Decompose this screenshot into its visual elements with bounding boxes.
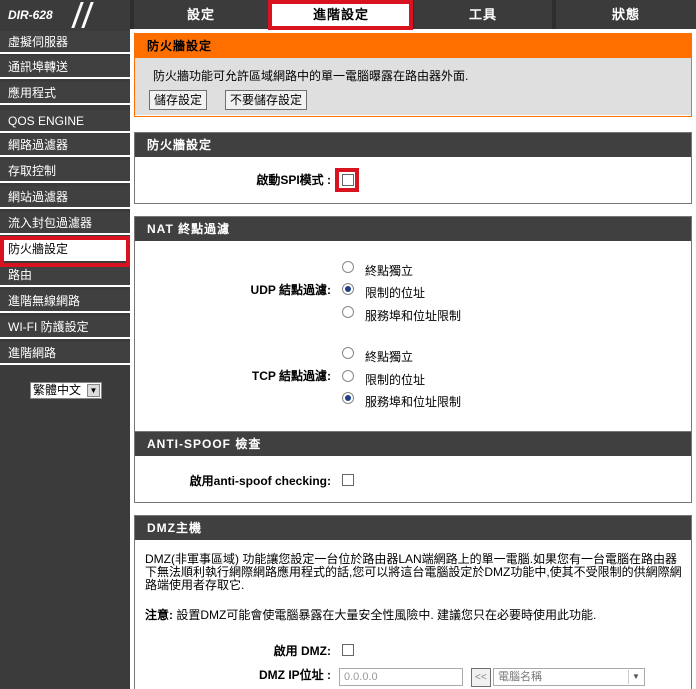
firewall-section-title: 防火牆設定: [135, 133, 691, 157]
language-select[interactable]: 繁體中文 ▼: [30, 382, 102, 399]
dmz-host-section: DMZ主機 DMZ(非軍事區域) 功能讓您設定一台位於路由器LAN端網路上的單一…: [134, 515, 692, 689]
dmz-note-text: 設置DMZ可能會使電腦暴露在大量安全性風險中. 建議您只在必要時使用此功能.: [173, 608, 597, 622]
sidebar-item-port-forwarding[interactable]: 通訊埠轉送: [0, 56, 130, 79]
spi-mode-label: 啟動SPI模式 :: [256, 173, 331, 187]
anti-spoof-label: 啟用anti-spoof checking:: [189, 474, 331, 488]
udp-filtering-label: UDP 結點過濾:: [250, 283, 331, 297]
sidebar-item-inbound-filter[interactable]: 流入封包過濾器: [0, 212, 130, 235]
computer-name-select-value: 電腦名稱: [498, 671, 542, 683]
dmz-ip-label: DMZ IP位址 :: [259, 668, 331, 682]
udp-option-label: 服務埠和位址限制: [365, 309, 462, 323]
logo-slash-decoration: [81, 2, 94, 28]
dmz-ip-input[interactable]: 0.0.0.0: [339, 668, 463, 686]
dont-save-settings-button[interactable]: 不要儲存設定: [225, 90, 308, 110]
intro-section: 防火牆設定 防火牆功能可允許區域網路中的單一電腦曝露在路由器外面. 儲存設定 不…: [134, 33, 692, 117]
enable-dmz-checkbox[interactable]: [342, 644, 354, 656]
spi-mode-checkbox[interactable]: [342, 174, 354, 186]
dmz-note-prefix: 注意:: [145, 608, 173, 622]
udp-endpoint-independent-radio[interactable]: [342, 261, 354, 273]
firewall-section: 防火牆設定 啟動SPI模式 :: [134, 132, 692, 204]
tcp-endpoint-independent-radio[interactable]: [342, 347, 354, 359]
dmz-note: 注意: 設置DMZ可能會使電腦暴露在大量安全性風險中. 建議您只在必要時使用此功…: [145, 606, 596, 623]
intro-body: 防火牆功能可允許區域網路中的單一電腦曝露在路由器外面. 儲存設定 不要儲存設定: [135, 58, 691, 115]
intro-title: 防火牆設定: [135, 34, 691, 58]
anti-spoof-section: ANTI-SPOOF 檢查 啟用anti-spoof checking:: [134, 431, 692, 503]
tab-tools[interactable]: 工具: [414, 0, 552, 29]
nat-section-title: NAT 終點過濾: [135, 217, 691, 241]
sidebar-item-advanced-network[interactable]: 進階網路: [0, 342, 130, 365]
tcp-option-label: 限制的位址: [365, 373, 426, 387]
language-select-value: 繁體中文: [33, 383, 82, 397]
udp-port-address-restricted-radio[interactable]: [342, 306, 354, 318]
sidebar-item-application-rules[interactable]: 應用程式: [0, 82, 130, 105]
tcp-filtering-label: TCP 結點過濾:: [251, 369, 331, 383]
sidebar-item-wifi-protected-setup[interactable]: WI-FI 防護設定: [0, 316, 130, 339]
sidebar-item-virtual-server[interactable]: 虛擬伺服器: [0, 31, 130, 54]
tcp-option-label: 服務埠和位址限制: [365, 395, 462, 409]
main-content: 防火牆設定 防火牆功能可允許區域網路中的單一電腦曝露在路由器外面. 儲存設定 不…: [134, 33, 692, 689]
top-navigation-bar: DIR-628 設定 進階設定 工具 狀態: [0, 0, 696, 29]
tcp-option-label: 終點獨立: [365, 350, 414, 364]
udp-option-label: 限制的位址: [365, 286, 426, 300]
computer-name-select[interactable]: 電腦名稱 ▼: [493, 668, 645, 686]
chevron-down-icon[interactable]: ▼: [87, 384, 100, 397]
tcp-port-address-restricted-radio[interactable]: [342, 392, 354, 404]
brand-logo: DIR-628: [0, 0, 130, 29]
tab-advanced[interactable]: 進階設定: [272, 3, 410, 27]
tab-status[interactable]: 狀態: [556, 0, 696, 29]
copy-computer-button[interactable]: <<: [471, 668, 491, 687]
udp-option-label: 終點獨立: [365, 264, 414, 278]
sidebar-item-qos-engine[interactable]: QOS ENGINE: [0, 110, 130, 133]
udp-address-restricted-radio[interactable]: [342, 283, 354, 295]
sidebar-item-firewall-settings[interactable]: 防火牆設定: [0, 238, 130, 261]
nat-endpoint-filtering-section: NAT 終點過濾 UDP 結點過濾: 終點獨立 限制的位址 服務埠和位址限制 T…: [134, 216, 692, 448]
anti-spoof-checkbox[interactable]: [342, 474, 354, 486]
tcp-address-restricted-radio[interactable]: [342, 370, 354, 382]
chevron-down-icon[interactable]: ▼: [628, 670, 643, 684]
tab-setup[interactable]: 設定: [134, 0, 268, 29]
sidebar-item-advanced-wireless[interactable]: 進階無線網路: [0, 290, 130, 313]
model-name: DIR-628: [8, 8, 53, 22]
dmz-title: DMZ主機: [135, 516, 691, 540]
enable-dmz-label: 啟用 DMZ:: [273, 644, 331, 658]
sidebar-item-website-filter[interactable]: 網站過濾器: [0, 186, 130, 209]
intro-description: 防火牆功能可允許區域網路中的單一電腦曝露在路由器外面.: [153, 69, 469, 83]
sidebar: 虛擬伺服器 通訊埠轉送 應用程式 QOS ENGINE 網路過濾器 存取控制 網…: [0, 29, 130, 689]
sidebar-item-network-filter[interactable]: 網路過濾器: [0, 134, 130, 157]
sidebar-item-routing[interactable]: 路由: [0, 264, 130, 287]
dmz-description: DMZ(非軍事區域) 功能讓您設定一台位於路由器LAN端網路上的單一電腦.如果您…: [145, 552, 682, 592]
anti-spoof-title: ANTI-SPOOF 檢查: [135, 432, 691, 456]
save-settings-button[interactable]: 儲存設定: [149, 90, 208, 110]
sidebar-item-access-control[interactable]: 存取控制: [0, 160, 130, 183]
